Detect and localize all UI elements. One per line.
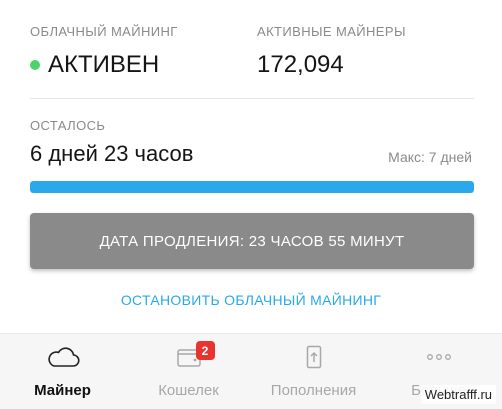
tab-top-ups[interactable]: Пополнения <box>251 334 376 409</box>
extend-date-button[interactable]: ДАТА ПРОДЛЕНИЯ: 23 ЧАСОВ 55 МИНУТ <box>30 213 474 269</box>
remaining-max: Макс: 7 дней <box>388 149 472 165</box>
tab-top-ups-label: Пополнения <box>270 382 357 399</box>
wallet-badge: 2 <box>195 341 215 360</box>
tab-wallet-label: Кошелек <box>158 382 219 399</box>
mining-stats: ОБЛАЧНЫЙ МАЙНИНГ АКТИВЕН АКТИВНЫЕ МАЙНЕР… <box>30 24 474 98</box>
mining-status-value: АКТИВЕН <box>30 51 178 79</box>
status-dot-icon <box>30 60 40 70</box>
divider <box>30 98 474 99</box>
mining-status-block: ОБЛАЧНЫЙ МАЙНИНГ АКТИВЕН <box>30 24 178 79</box>
mining-status-text: АКТИВЕН <box>48 51 160 78</box>
top-up-icon <box>306 345 322 369</box>
tab-miner[interactable]: Майнер <box>0 334 125 409</box>
tab-miner-label: Майнер <box>34 382 91 399</box>
mining-status-label: ОБЛАЧНЫЙ МАЙНИНГ <box>30 24 178 39</box>
tab-wallet[interactable]: 2 Кошелек <box>126 334 251 409</box>
remaining-progress-bar <box>30 181 474 193</box>
remaining-label: ОСТАЛОСЬ <box>30 118 106 133</box>
remaining-progress-fill <box>30 181 474 193</box>
active-miners-block: АКТИВНЫЕ МАЙНЕРЫ 172,094 <box>257 24 406 79</box>
cloud-icon <box>46 345 80 369</box>
more-icon <box>426 345 452 369</box>
remaining-value: 6 дней 23 часов <box>30 141 194 166</box>
wallet-icon: 2 <box>176 341 215 369</box>
extend-date-label: ДАТА ПРОДЛЕНИЯ: 23 ЧАСОВ 55 МИНУТ <box>99 232 405 250</box>
stop-cloud-mining-link[interactable]: ОСТАНОВИТЬ ОБЛАЧНЫЙ МАЙНИНГ <box>0 292 502 308</box>
active-miners-count: 172,094 <box>257 51 344 78</box>
active-miners-label: АКТИВНЫЕ МАЙНЕРЫ <box>257 24 406 39</box>
watermark: Webtrafff.ru <box>420 385 496 404</box>
